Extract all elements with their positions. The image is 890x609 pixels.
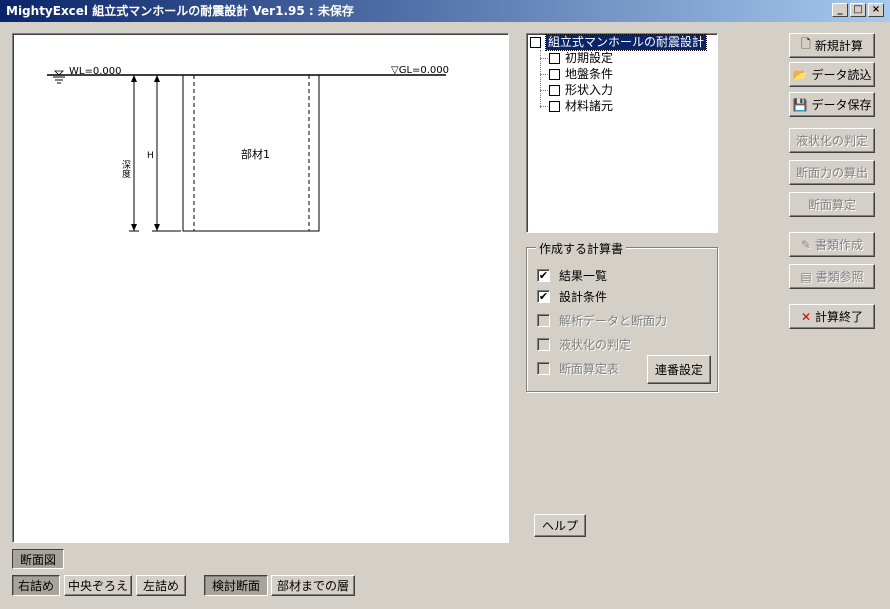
maximize-button[interactable]: □ [850, 3, 866, 17]
report-group-title: 作成する計算書 [536, 240, 627, 257]
depth-arrow-top [131, 75, 137, 82]
section-view-label: 断面図 [12, 549, 64, 569]
tree-item-checkbox[interactable] [549, 101, 560, 112]
settings-tree[interactable]: 組立式マンホールの耐震設計 初期設定 地盤条件 形状入力 材料諸元 [526, 33, 718, 233]
checkbox-disabled [537, 314, 550, 327]
checkbox-checked[interactable]: ✔ [537, 290, 550, 303]
section-force-button[interactable]: 断面力の算出 [789, 160, 875, 185]
checkbox-disabled [537, 362, 550, 375]
tree-item-material-specs[interactable]: 材料諸元 [549, 99, 613, 114]
option-label: 結果一覧 [559, 269, 608, 283]
tree-item-label: 材料諸元 [565, 99, 614, 113]
left-align-button[interactable]: 左詰め [136, 575, 186, 596]
center-align-button[interactable]: 中央ぞろえ [64, 575, 132, 596]
end-calculation-button[interactable]: ✕ 計算終了 [789, 304, 875, 329]
minimize-button[interactable]: _ [832, 3, 848, 17]
option-label: 液状化の判定 [559, 338, 632, 352]
height-arrow-bottom [154, 224, 160, 231]
option-design-conditions[interactable]: ✔ 設計条件 [537, 288, 607, 305]
layers-to-member-button[interactable]: 部材までの層 [271, 575, 355, 596]
new-document-icon: 🗋 [801, 37, 811, 51]
tree-root-checkbox[interactable] [530, 37, 541, 48]
document-edit-icon: ✎ [800, 237, 812, 252]
window-title: MightyExcel 組立式マンホールの耐震設計 Ver1.95 : 未保存 [6, 4, 354, 18]
liquefaction-check-button[interactable]: 液状化の判定 [789, 128, 875, 153]
button-label: 書類参照 [815, 270, 864, 284]
button-label: 新規計算 [814, 39, 863, 53]
option-section-table: 断面算定表 [537, 360, 619, 377]
option-analysis-data: 解析データと断面力 [537, 312, 667, 329]
tree-item-shape-input[interactable]: 形状入力 [549, 83, 613, 98]
tree-item-initial-settings[interactable]: 初期設定 [549, 51, 613, 66]
button-label: データ保存 [811, 98, 872, 112]
section-drawing-canvas[interactable]: WL=0.000 ▽GL=0.000 深度 H 部材1 [12, 33, 509, 543]
close-button[interactable]: × [868, 3, 884, 17]
option-liquefaction: 液状化の判定 [537, 336, 631, 353]
section-drawing: WL=0.000 ▽GL=0.000 深度 H 部材1 [47, 65, 449, 232]
data-save-button[interactable]: 💾 データ保存 [789, 92, 875, 117]
open-folder-icon: 📂 [792, 67, 808, 82]
checkbox-disabled [537, 338, 550, 351]
red-x-icon: ✕ [800, 309, 812, 324]
tree-item-ground-conditions[interactable]: 地盤条件 [549, 67, 613, 82]
depth-label: 深度 [120, 160, 131, 179]
depth-arrow-bottom [131, 224, 137, 231]
right-align-button[interactable]: 右詰め [12, 575, 60, 596]
check-section-button[interactable]: 検討断面 [204, 575, 268, 596]
gl-label: ▽GL=0.000 [391, 65, 449, 76]
tree-item-checkbox[interactable] [549, 53, 560, 64]
height-arrow-top [154, 75, 160, 82]
wl-label: WL=0.000 [69, 66, 121, 77]
tree-item-label: 地盤条件 [565, 67, 614, 81]
checkbox-checked[interactable]: ✔ [537, 269, 550, 282]
help-button[interactable]: ヘルプ [534, 514, 586, 537]
tree-item-checkbox[interactable] [549, 85, 560, 96]
document-view-button[interactable]: ▤ 書類参照 [789, 264, 875, 289]
data-load-button[interactable]: 📂 データ読込 [789, 62, 875, 87]
window-title-bar: MightyExcel 組立式マンホールの耐震設計 Ver1.95 : 未保存 … [0, 0, 890, 22]
tree-root[interactable]: 組立式マンホールの耐震設計 [530, 34, 708, 51]
section-check-button[interactable]: 断面算定 [789, 192, 875, 217]
tree-root-label: 組立式マンホールの耐震設計 [544, 34, 708, 51]
tree-item-label: 形状入力 [565, 83, 614, 97]
option-label: 断面算定表 [559, 362, 620, 376]
document-create-button[interactable]: ✎ 書類作成 [789, 232, 875, 257]
window-controls: _ □ × [832, 3, 884, 17]
numbering-settings-button[interactable]: 連番設定 [647, 355, 711, 384]
button-label: データ読込 [811, 68, 872, 82]
documents-icon: ▤ [800, 269, 812, 284]
member-label: 部材1 [241, 147, 270, 161]
tree-item-label: 初期設定 [565, 51, 614, 65]
new-calculation-button[interactable]: 🗋 新規計算 [789, 33, 875, 58]
height-label: H [147, 151, 154, 161]
floppy-disk-icon: 💾 [792, 97, 808, 112]
button-label: 計算終了 [815, 310, 864, 324]
option-label: 解析データと断面力 [559, 314, 668, 328]
option-results-summary[interactable]: ✔ 結果一覧 [537, 267, 607, 284]
button-label: 書類作成 [815, 238, 864, 252]
tree-item-checkbox[interactable] [549, 69, 560, 80]
option-label: 設計条件 [559, 290, 608, 304]
